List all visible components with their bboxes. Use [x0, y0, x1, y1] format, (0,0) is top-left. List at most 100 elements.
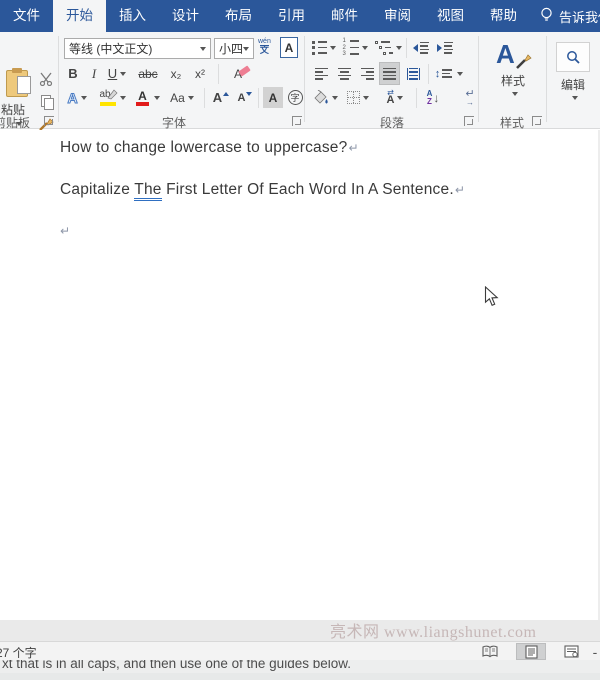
font-size-combo[interactable]: 小四: [214, 38, 254, 59]
underline-button[interactable]: U: [104, 63, 130, 84]
tab-review[interactable]: 审阅: [371, 0, 424, 32]
line-spacing-icon: ↕: [434, 67, 441, 80]
bold-label: B: [68, 66, 78, 81]
numbering-dropdown-arrow: [361, 45, 368, 50]
multilevel-dropdown-arrow: [395, 45, 402, 50]
subscript-button[interactable]: x₂: [166, 63, 186, 84]
tab-view[interactable]: 视图: [424, 0, 477, 32]
increase-indent-icon: [437, 43, 442, 52]
web-layout-icon: [563, 645, 579, 658]
bold-button[interactable]: B: [64, 63, 82, 84]
distribute-button[interactable]: [402, 63, 424, 84]
superscript-button[interactable]: x²: [190, 63, 210, 84]
text-effects-icon: A: [67, 89, 78, 106]
artifact-lower-band: [0, 673, 600, 680]
justify-button[interactable]: [379, 62, 400, 85]
grow-font-icon: A: [212, 90, 223, 105]
doc-paragraph-3: ↵: [60, 222, 70, 240]
underline-dropdown-arrow: [120, 71, 127, 76]
highlight-color-button[interactable]: ab: [96, 87, 128, 108]
show-marks-icon: ↵ →: [465, 87, 475, 107]
doc-paragraph-2-post: First Letter Of Each Word In A Sentence.: [161, 181, 454, 198]
bullets-button[interactable]: [311, 37, 337, 58]
font-color-dropdown-arrow: [154, 95, 160, 100]
styles-group-label: 样式: [500, 116, 525, 130]
increase-indent-button[interactable]: [434, 37, 456, 58]
text-effects-button[interactable]: A: [62, 87, 92, 108]
editing-button[interactable]: 编辑: [553, 36, 593, 106]
font-color-button[interactable]: A: [132, 87, 162, 108]
status-bar: 27 个字 -: [0, 641, 600, 660]
character-border-button[interactable]: A: [280, 37, 298, 58]
cut-button[interactable]: [36, 68, 56, 90]
styles-dialog-launcher[interactable]: [532, 116, 542, 126]
zoom-minus-label: -: [592, 643, 598, 660]
highlight-dropdown-arrow: [119, 95, 126, 100]
align-left-button[interactable]: [311, 63, 331, 84]
clear-formatting-button[interactable]: A: [226, 63, 251, 84]
grammar-flagged-word: The: [134, 181, 162, 201]
doc-paragraph-1: How to change lowercase to uppercase?↵: [60, 139, 359, 157]
line-spacing-dropdown-arrow: [457, 71, 464, 76]
italic-button[interactable]: I: [86, 63, 102, 84]
asian-layout-button[interactable]: ⇄ A: [378, 87, 412, 108]
tab-file[interactable]: 文件: [0, 0, 53, 32]
clear-formatting-icon: A: [234, 64, 251, 81]
strikethrough-button[interactable]: abc: [134, 63, 162, 84]
shading-button[interactable]: [310, 87, 340, 108]
tab-home[interactable]: 开始: [53, 0, 106, 32]
align-right-button[interactable]: [357, 63, 377, 84]
print-layout-button[interactable]: [516, 643, 546, 660]
paragraph-mark: ↵: [454, 183, 466, 197]
mouse-cursor: [484, 285, 500, 312]
sort-button[interactable]: A Z ↓: [420, 87, 446, 108]
tab-references[interactable]: 引用: [265, 0, 318, 32]
font-name-combo[interactable]: 等线 (中文正文): [64, 38, 211, 59]
italic-label: I: [91, 65, 97, 81]
clipboard-dialog-launcher[interactable]: [44, 116, 54, 126]
tab-layout[interactable]: 布局: [212, 0, 265, 32]
styles-dropdown-arrow: [511, 91, 518, 96]
shrink-font-icon: A: [237, 91, 246, 104]
document-canvas[interactable]: How to change lowercase to uppercase?↵ C…: [0, 130, 598, 620]
font-name-value: 等线 (中文正文): [69, 42, 153, 56]
shading-icon: [313, 90, 328, 104]
phonetic-guide-icon: wén 文: [258, 38, 271, 55]
web-layout-button[interactable]: [558, 643, 584, 660]
frame-artifact-strip: xt that is in all caps, and then use one…: [0, 660, 600, 680]
styles-button[interactable]: A 样式: [486, 36, 540, 98]
multilevel-list-button[interactable]: [373, 37, 403, 58]
copy-button[interactable]: [36, 90, 56, 112]
asian-layout-icon: ⇄ A: [386, 87, 395, 106]
tab-insert[interactable]: 插入: [106, 0, 159, 32]
ribbon-tab-bar: 文件 开始 插入 设计 布局 引用 邮件 审阅 视图 帮助 告诉我你想要: [0, 0, 600, 32]
font-name-dropdown-arrow: [200, 46, 206, 51]
tab-design[interactable]: 设计: [159, 0, 212, 32]
read-mode-button[interactable]: [477, 643, 503, 660]
highlight-icon: ab: [99, 89, 117, 107]
line-spacing-button[interactable]: ↕: [432, 63, 466, 84]
numbering-button[interactable]: 1 2 3: [341, 37, 369, 58]
font-color-icon: A: [134, 89, 151, 107]
subscript-label: x₂: [170, 66, 182, 81]
word-count[interactable]: 27 个字: [0, 644, 37, 661]
align-center-button[interactable]: [334, 63, 354, 84]
scissors-icon: [39, 72, 53, 86]
shrink-font-button[interactable]: A: [234, 87, 256, 108]
read-mode-icon: [482, 645, 498, 658]
phonetic-guide-button[interactable]: wén 文: [258, 36, 271, 57]
paste-icon: [6, 68, 31, 97]
tell-me-box[interactable]: 告诉我你想要: [530, 0, 600, 32]
enclose-characters-button[interactable]: 字: [286, 87, 304, 108]
paragraph-dialog-launcher[interactable]: [464, 116, 474, 126]
font-dialog-launcher[interactable]: [292, 116, 302, 126]
borders-button[interactable]: [344, 87, 372, 108]
grow-font-button[interactable]: A: [210, 87, 232, 108]
numbering-icon: 1 2 3: [343, 38, 359, 57]
decrease-indent-button[interactable]: [410, 37, 432, 58]
tab-help[interactable]: 帮助: [477, 0, 530, 32]
character-shading-button[interactable]: A: [263, 87, 283, 108]
tab-mailings[interactable]: 邮件: [318, 0, 371, 32]
change-case-button[interactable]: Aa: [166, 87, 198, 108]
zoom-out-button[interactable]: -: [588, 643, 600, 660]
